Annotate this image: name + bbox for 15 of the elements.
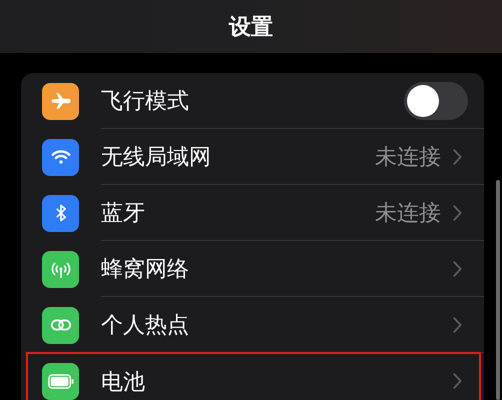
toggle-switch[interactable]	[404, 82, 468, 120]
setting-label: 飞行模式	[101, 87, 190, 115]
chevron-icon	[453, 316, 462, 332]
screen-title: 设置	[229, 13, 273, 41]
setting-label: 无线局域网	[101, 143, 212, 171]
setting-label: 蜂窝网络	[101, 255, 190, 283]
chevron-icon	[453, 260, 462, 276]
chevron-icon	[453, 373, 462, 389]
chevron-icon	[453, 204, 462, 220]
setting-label: 蓝牙	[101, 199, 146, 227]
status-value: 未连接	[375, 143, 441, 171]
status-value: 未连接	[375, 199, 441, 227]
setting-label: 个人热点	[101, 311, 190, 339]
setting-label: 电池	[101, 368, 146, 396]
chevron-icon	[453, 148, 462, 164]
